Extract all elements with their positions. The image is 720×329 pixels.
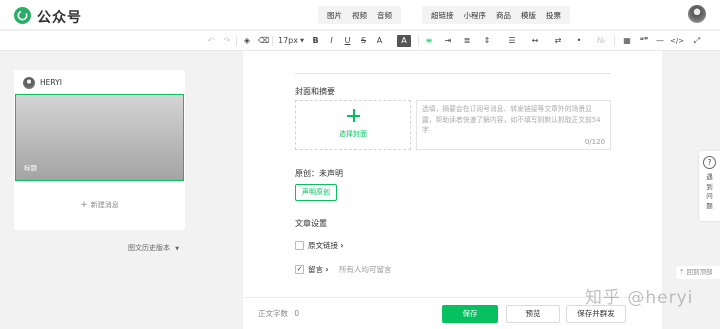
divider-icon[interactable]: — bbox=[656, 35, 664, 47]
article-settings-title: 文章设置 bbox=[295, 219, 327, 228]
font-size-select[interactable]: 17px bbox=[277, 35, 299, 47]
article-cover-item[interactable]: 标题 bbox=[15, 94, 184, 181]
clear-format-icon[interactable]: ⌫ bbox=[258, 35, 269, 47]
original-link-label: 原文链接 bbox=[308, 241, 338, 250]
new-message-label: 新建消息 bbox=[90, 201, 119, 209]
ordered-list-icon[interactable]: № bbox=[596, 35, 606, 47]
declare-original-button[interactable]: 声明原创 bbox=[295, 184, 337, 201]
word-count-value: 0 bbox=[294, 309, 300, 318]
line-height-icon[interactable]: ⇕ bbox=[482, 35, 492, 47]
cover-title: 标题 bbox=[24, 164, 37, 172]
preview-button[interactable]: 预览 bbox=[506, 305, 560, 323]
chevron-right-icon: › bbox=[340, 241, 344, 250]
question-icon: ? bbox=[703, 156, 716, 169]
italic-button[interactable]: I bbox=[327, 35, 336, 47]
original-link-option[interactable]: 原文链接 › bbox=[308, 240, 343, 251]
font-color-button[interactable]: A bbox=[375, 35, 384, 47]
comment-checkbox[interactable]: ✓ bbox=[295, 265, 304, 274]
plus-icon bbox=[346, 108, 362, 124]
table-icon[interactable]: ▦ bbox=[622, 35, 632, 47]
insert-video[interactable]: 视频 bbox=[347, 10, 372, 21]
article-list-card: HERYI 标题 + 新建消息 bbox=[14, 70, 185, 230]
comment-label: 留言 bbox=[308, 265, 323, 274]
history-version-link[interactable]: 图文历史版本 ▼ bbox=[128, 243, 179, 253]
strikethrough-button[interactable]: S bbox=[359, 35, 368, 47]
format-toolbar: ↶ ↷ ◈ ⌫ 17px ▼ B I U S A A ≡ ⇥ ≣ ⇕ ☰ ↔ ⇄… bbox=[0, 31, 720, 51]
chevron-down-icon: ▼ bbox=[175, 246, 180, 252]
insert-group-media: 图片 视频 音频 bbox=[318, 6, 401, 24]
word-count-label: 正文字数 bbox=[258, 309, 288, 318]
align-center-icon[interactable]: ≣ bbox=[462, 35, 472, 47]
top-header: 公众号 图片 视频 音频 超链接 小程序 商品 模版 投票 bbox=[0, 0, 720, 30]
watermark: 知乎 @heryi bbox=[585, 288, 694, 308]
choose-cover-label: 选择封面 bbox=[339, 130, 367, 138]
align-left-icon[interactable]: ≡ bbox=[424, 35, 434, 47]
quote-icon[interactable]: ❝❞ bbox=[638, 35, 650, 47]
code-icon[interactable]: </> bbox=[670, 35, 684, 47]
bold-button[interactable]: B bbox=[311, 35, 320, 47]
divider bbox=[295, 73, 611, 74]
arrow-up-icon: ⇡ bbox=[679, 268, 685, 276]
original-status: 原创：未声明 bbox=[295, 169, 343, 178]
insert-group-other: 超链接 小程序 商品 模版 投票 bbox=[422, 6, 570, 24]
account-name: HERYI bbox=[40, 78, 62, 87]
insert-product[interactable]: 商品 bbox=[491, 10, 516, 21]
help-label: 遇到问题 bbox=[706, 173, 713, 210]
comment-setting-value: 所有人均可留言 bbox=[339, 265, 392, 274]
indent-icon[interactable]: ⇥ bbox=[443, 35, 453, 47]
original-link-checkbox[interactable] bbox=[295, 241, 304, 250]
word-count: 正文字数 0 bbox=[258, 308, 299, 319]
user-avatar[interactable] bbox=[688, 5, 706, 23]
abstract-textarea[interactable]: 选填，摘要会在订阅号消息、转发链接等文章外的场景显露，帮助读者快速了解内容，如不… bbox=[416, 100, 611, 150]
insert-vote[interactable]: 投票 bbox=[541, 10, 566, 21]
insert-image[interactable]: 图片 bbox=[322, 10, 347, 21]
comment-option[interactable]: 留言 › bbox=[308, 264, 328, 275]
plus-icon: + bbox=[80, 200, 91, 210]
unordered-list-icon[interactable]: • bbox=[574, 35, 584, 47]
redo-icon[interactable]: ↷ bbox=[222, 35, 232, 47]
bg-color-button[interactable]: A bbox=[397, 35, 411, 47]
abstract-char-count: 0/120 bbox=[584, 138, 605, 146]
account-avatar bbox=[23, 77, 35, 89]
letter-spacing-icon[interactable]: ↔ bbox=[530, 35, 540, 47]
back-to-top-button[interactable]: ⇡ 回到顶部 bbox=[676, 266, 720, 279]
help-widget[interactable]: ? 遇到问题 bbox=[699, 151, 720, 221]
back-to-top-label: 回到顶部 bbox=[686, 268, 713, 276]
undo-icon[interactable]: ↶ bbox=[206, 35, 216, 47]
text-direction-icon[interactable]: ⇄ bbox=[553, 35, 563, 47]
cover-section-title: 封面和摘要 bbox=[295, 87, 335, 96]
fullscreen-icon[interactable]: ⤢ bbox=[692, 35, 702, 47]
choose-cover-button[interactable]: 选择封面 bbox=[295, 100, 411, 150]
chevron-right-icon: › bbox=[325, 265, 329, 274]
format-painter-icon[interactable]: ◈ bbox=[242, 35, 252, 47]
insert-audio[interactable]: 音频 bbox=[372, 10, 397, 21]
insert-miniprogram[interactable]: 小程序 bbox=[459, 10, 492, 21]
brand-title: 公众号 bbox=[37, 10, 82, 26]
abstract-placeholder: 选填，摘要会在订阅号消息、转发链接等文章外的场景显露，帮助读者快速了解内容，如不… bbox=[422, 105, 601, 134]
save-button[interactable]: 保存 bbox=[442, 305, 498, 323]
history-label: 图文历史版本 bbox=[128, 244, 170, 252]
chevron-down-icon[interactable]: ▼ bbox=[299, 35, 305, 47]
logo-icon bbox=[14, 7, 31, 24]
insert-template[interactable]: 模版 bbox=[516, 10, 541, 21]
insert-hyperlink[interactable]: 超链接 bbox=[426, 10, 459, 21]
paragraph-spacing-icon[interactable]: ☰ bbox=[507, 35, 517, 47]
new-message-button[interactable]: + 新建消息 bbox=[14, 200, 185, 210]
underline-button[interactable]: U bbox=[343, 35, 352, 47]
